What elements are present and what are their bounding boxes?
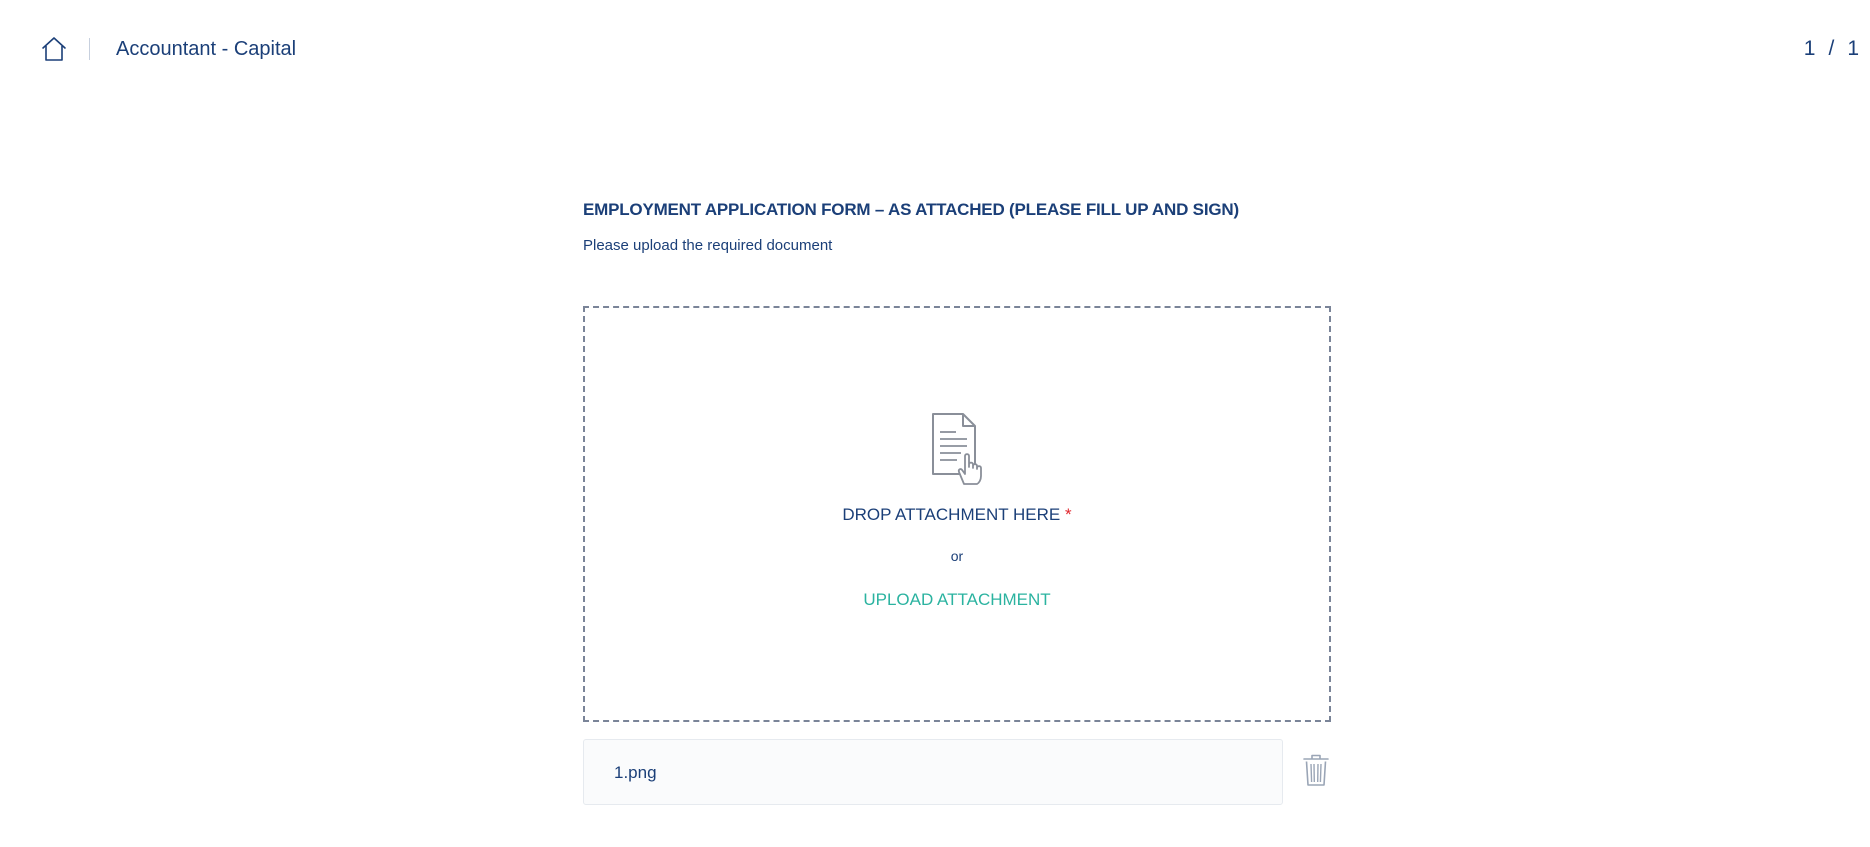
attachment-dropzone[interactable]: DROP ATTACHMENT HERE * or UPLOAD ATTACHM… bbox=[583, 306, 1331, 722]
upload-attachment-button[interactable]: UPLOAD ATTACHMENT bbox=[585, 589, 1329, 611]
attached-file-row: 1.png bbox=[583, 739, 1283, 805]
section-subtitle: Please upload the required document bbox=[583, 237, 833, 254]
drop-attachment-label: DROP ATTACHMENT HERE * bbox=[585, 504, 1329, 526]
upload-section: EMPLOYMENT APPLICATION FORM – AS ATTACHE… bbox=[583, 196, 1333, 805]
page-separator: / bbox=[1828, 37, 1836, 60]
trash-icon bbox=[1303, 754, 1329, 786]
breadcrumb-divider bbox=[89, 38, 90, 60]
document-hand-icon bbox=[932, 413, 982, 485]
required-marker: * bbox=[1065, 505, 1072, 524]
page-total: 1 bbox=[1847, 37, 1860, 60]
section-title: EMPLOYMENT APPLICATION FORM – AS ATTACHE… bbox=[583, 200, 1239, 219]
attached-file-name: 1.png bbox=[614, 763, 657, 782]
drop-attachment-text: DROP ATTACHMENT HERE bbox=[842, 505, 1061, 524]
top-bar: Accountant - Capital 1 / 1 bbox=[0, 0, 1870, 100]
breadcrumb-title: Accountant - Capital bbox=[116, 38, 297, 60]
page-current: 1 bbox=[1803, 37, 1817, 60]
or-label: or bbox=[950, 548, 964, 564]
delete-attachment-button[interactable] bbox=[1302, 753, 1330, 787]
home-icon bbox=[42, 37, 66, 61]
page-counter: 1 / 1 bbox=[1804, 36, 1860, 62]
home-button[interactable] bbox=[40, 36, 68, 62]
